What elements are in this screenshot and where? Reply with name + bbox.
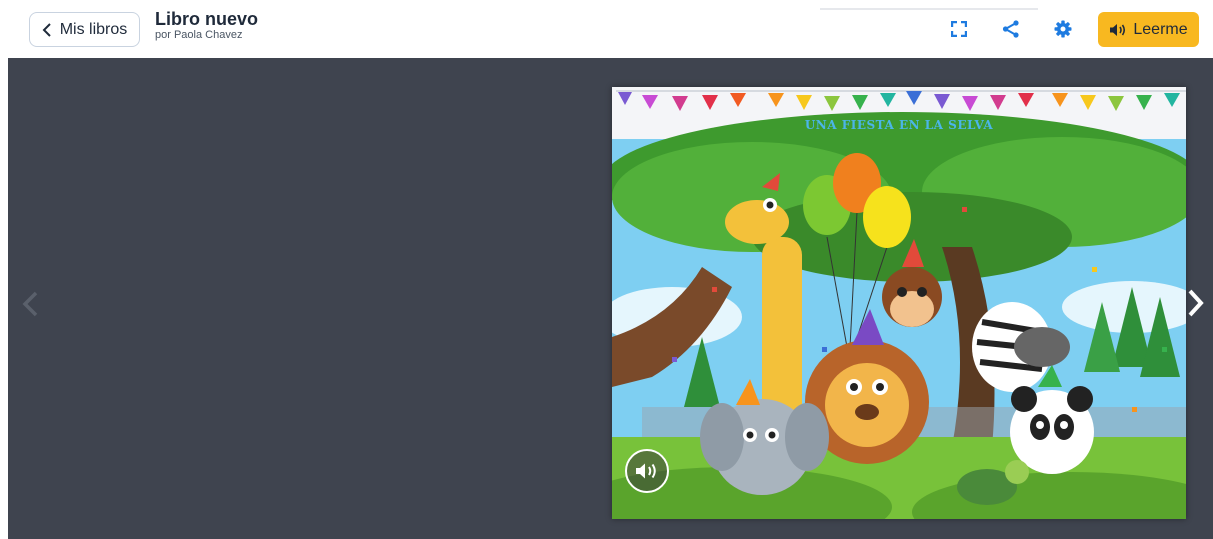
speaker-icon bbox=[636, 463, 656, 479]
top-bar: Mis libros Libro nuevo por Paola Chavez … bbox=[0, 0, 1213, 58]
next-page-button[interactable] bbox=[1185, 288, 1207, 318]
book-heading: Libro nuevo por Paola Chavez bbox=[155, 9, 258, 42]
gear-icon[interactable] bbox=[1052, 18, 1074, 40]
speaker-icon bbox=[1110, 23, 1126, 36]
read-aloud-label: Leerme bbox=[1133, 20, 1188, 38]
fullscreen-icon[interactable] bbox=[948, 18, 970, 40]
chevron-left-icon bbox=[42, 22, 51, 37]
book-title: Libro nuevo bbox=[155, 9, 258, 29]
page-audio-button[interactable] bbox=[625, 449, 669, 493]
back-button-label: Mis libros bbox=[59, 20, 128, 38]
cover-title: UNA FIESTA EN LA SELVA bbox=[804, 118, 994, 132]
read-aloud-button[interactable]: Leerme bbox=[1098, 12, 1199, 47]
top-divider bbox=[820, 8, 1038, 10]
previous-page-button[interactable] bbox=[20, 290, 40, 318]
cover-illustration bbox=[612, 87, 1186, 519]
back-to-library-button[interactable]: Mis libros bbox=[29, 12, 140, 47]
share-icon[interactable] bbox=[1000, 18, 1022, 40]
book-cover-page: UNA FIESTA EN LA SELVA bbox=[612, 87, 1186, 519]
book-author: por Paola Chavez bbox=[155, 29, 243, 41]
